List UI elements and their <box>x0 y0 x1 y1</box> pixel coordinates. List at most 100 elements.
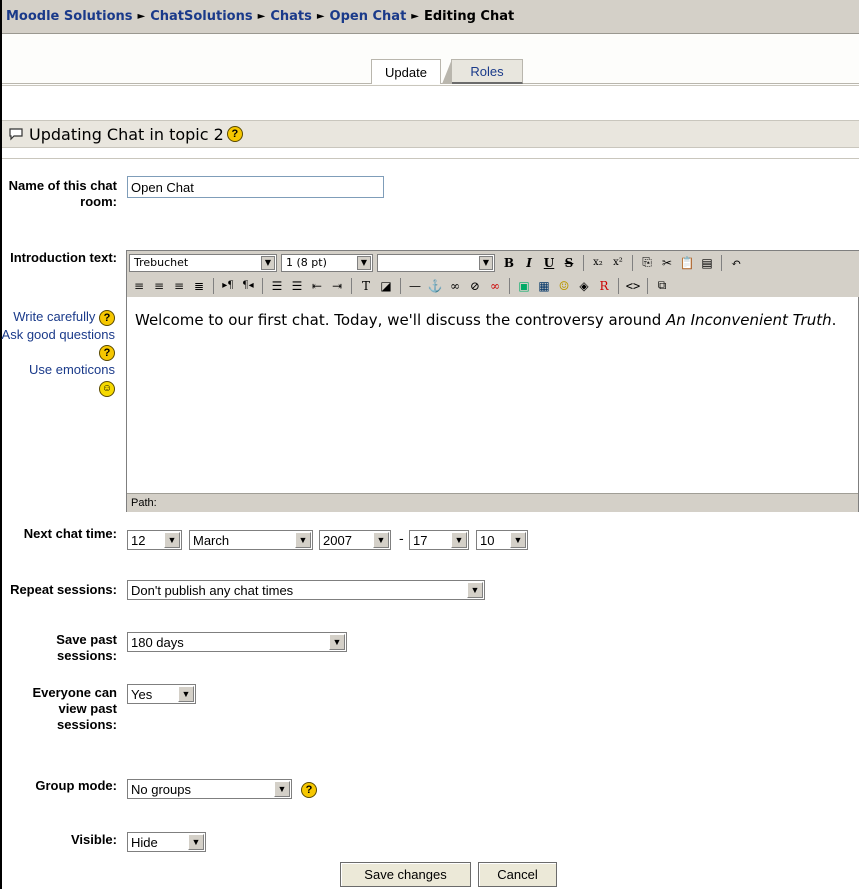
undo-icon[interactable]: ↶ <box>726 254 746 272</box>
italic-icon[interactable]: I <box>519 254 539 272</box>
visible-select[interactable]: Hide ▼ <box>127 832 206 852</box>
chevron-down-icon: ▼ <box>373 532 389 548</box>
special-char-icon[interactable]: ◈ <box>574 277 594 295</box>
text-color-icon[interactable]: T <box>356 277 376 295</box>
chevron-down-icon: ▼ <box>479 255 493 270</box>
page-title: Updating Chat in topic 2 <box>29 124 224 144</box>
toolbar-separator <box>400 277 401 294</box>
toolbar-separator <box>262 277 263 294</box>
visible-label: Visible: <box>70 832 117 847</box>
year-select[interactable]: 2007 ▼ <box>319 530 391 550</box>
cut-icon[interactable]: ✂ <box>657 254 677 272</box>
write-carefully-link[interactable]: Write carefully <box>13 309 95 324</box>
html-source-icon[interactable]: <> <box>623 277 643 295</box>
bold-icon[interactable]: B <box>499 254 519 272</box>
link-icon[interactable]: ∞ <box>445 277 465 295</box>
chevron-down-icon: ▼ <box>329 634 345 650</box>
chevron-down-icon: ▼ <box>261 255 275 270</box>
justify-icon[interactable]: ≣ <box>189 277 209 295</box>
chevron-down-icon: ▼ <box>451 532 467 548</box>
unlink-icon[interactable]: ⊘ <box>465 277 485 295</box>
hour-select[interactable]: 17 ▼ <box>409 530 469 550</box>
breadcrumb-link[interactable]: ChatSolutions <box>150 9 252 24</box>
save-past-sessions-label: Save past sessions: <box>56 632 117 663</box>
repeat-sessions-label: Repeat sessions: <box>10 582 117 597</box>
save-past-sessions-value: 180 days <box>131 634 184 650</box>
breadcrumb-link[interactable]: Moodle Solutions <box>6 9 133 24</box>
intro-text-area[interactable]: Welcome to our first chat. Today, we'll … <box>127 297 858 493</box>
tab-roles[interactable]: Roles <box>442 59 523 84</box>
everyone-view-select[interactable]: Yes ▼ <box>127 684 196 704</box>
breadcrumb-separator: ► <box>411 11 419 22</box>
help-icon[interactable]: ? <box>301 782 317 798</box>
everyone-view-label: Everyone can view past sessions: <box>32 685 117 732</box>
unordered-list-icon[interactable]: ☰ <box>287 277 307 295</box>
chevron-down-icon: ▼ <box>188 834 204 850</box>
chevron-down-icon: ▼ <box>357 255 371 270</box>
outdent-icon[interactable]: ⇤ <box>307 277 327 295</box>
chevron-down-icon: ▼ <box>467 582 483 598</box>
insert-image-icon[interactable]: ▣ <box>514 277 534 295</box>
name-label: Name of this chat room: <box>8 178 117 209</box>
ordered-list-icon[interactable]: ☰ <box>267 277 287 295</box>
repeat-sessions-select[interactable]: Don't publish any chat times ▼ <box>127 580 485 600</box>
visible-value: Hide <box>131 834 158 850</box>
breadcrumb-link[interactable]: Open Chat <box>330 9 407 24</box>
breadcrumb-separator: ► <box>257 11 266 22</box>
strikethrough-icon[interactable]: S <box>559 254 579 272</box>
chat-bubble-icon <box>9 128 23 141</box>
paste-icon[interactable]: 📋 <box>677 254 697 272</box>
copy-icon[interactable]: ⎘ <box>637 254 657 272</box>
breadcrumb: Moodle Solutions ► ChatSolutions ► Chats… <box>2 0 859 34</box>
style-select[interactable]: ▼ <box>377 253 495 272</box>
chevron-down-icon: ▼ <box>274 781 290 797</box>
help-icon[interactable]: ? <box>99 310 115 326</box>
group-mode-value: No groups <box>131 781 191 797</box>
underline-icon[interactable]: U <box>539 254 559 272</box>
font-select-value: Trebuchet <box>134 256 189 269</box>
rtl-icon[interactable]: ¶◂ <box>238 277 258 295</box>
superscript-icon[interactable]: x² <box>608 254 628 272</box>
help-icon[interactable]: ? <box>99 345 115 361</box>
highlight-color-icon[interactable]: ◪ <box>376 277 396 295</box>
toolbar-separator <box>509 277 510 294</box>
fullscreen-icon[interactable]: ⧉ <box>652 277 672 295</box>
search-replace-icon[interactable]: R <box>594 277 614 295</box>
breadcrumb-link[interactable]: Chats <box>270 9 312 24</box>
chat-name-input[interactable] <box>127 176 384 198</box>
intro-label: Introduction text: <box>10 250 117 265</box>
align-right-icon[interactable]: ≡ <box>169 277 189 295</box>
insert-table-icon[interactable]: ▦ <box>534 277 554 295</box>
use-emoticons-link[interactable]: Use emoticons <box>29 362 115 377</box>
ltr-icon[interactable]: ▸¶ <box>218 277 238 295</box>
toolbar-separator <box>213 277 214 294</box>
save-changes-button[interactable]: Save changes <box>340 862 471 887</box>
breadcrumb-separator: ► <box>137 11 146 22</box>
subscript-icon[interactable]: x₂ <box>588 254 608 272</box>
help-icon[interactable]: ? <box>226 126 243 142</box>
size-select[interactable]: 1 (8 pt) ▼ <box>281 253 373 272</box>
editor-toolbar-row-2: ≡ ≡ ≡ ≣ ▸¶ ¶◂ ☰ ☰ ⇤ ⇥ T ◪ — ⚓ ∞ ⊘ ∞ ▣ ▦ … <box>127 274 859 297</box>
paste-word-icon[interactable]: ▤ <box>697 254 717 272</box>
tab-update[interactable]: Update <box>371 59 441 84</box>
divider <box>2 158 859 159</box>
nolink-icon[interactable]: ∞ <box>485 277 505 295</box>
group-mode-select[interactable]: No groups ▼ <box>127 779 292 799</box>
align-center-icon[interactable]: ≡ <box>149 277 169 295</box>
month-select[interactable]: March ▼ <box>189 530 313 550</box>
align-left-icon[interactable]: ≡ <box>129 277 149 295</box>
ask-good-questions-link[interactable]: Ask good questions <box>2 327 115 342</box>
indent-icon[interactable]: ⇥ <box>327 277 347 295</box>
font-select[interactable]: Trebuchet ▼ <box>129 253 277 272</box>
minute-select[interactable]: 10 ▼ <box>476 530 528 550</box>
time-separator: - <box>399 532 404 547</box>
anchor-icon[interactable]: ⚓ <box>425 277 445 295</box>
cancel-button[interactable]: Cancel <box>478 862 557 887</box>
save-past-sessions-select[interactable]: 180 days ▼ <box>127 632 347 652</box>
insert-smiley-icon[interactable]: ☺ <box>554 277 574 295</box>
chevron-down-icon: ▼ <box>295 532 311 548</box>
horizontal-rule-icon[interactable]: — <box>405 277 425 295</box>
size-select-value: 1 (8 pt) <box>286 256 327 269</box>
smiley-icon[interactable]: ☺ <box>99 381 115 397</box>
day-select[interactable]: 12 ▼ <box>127 530 182 550</box>
